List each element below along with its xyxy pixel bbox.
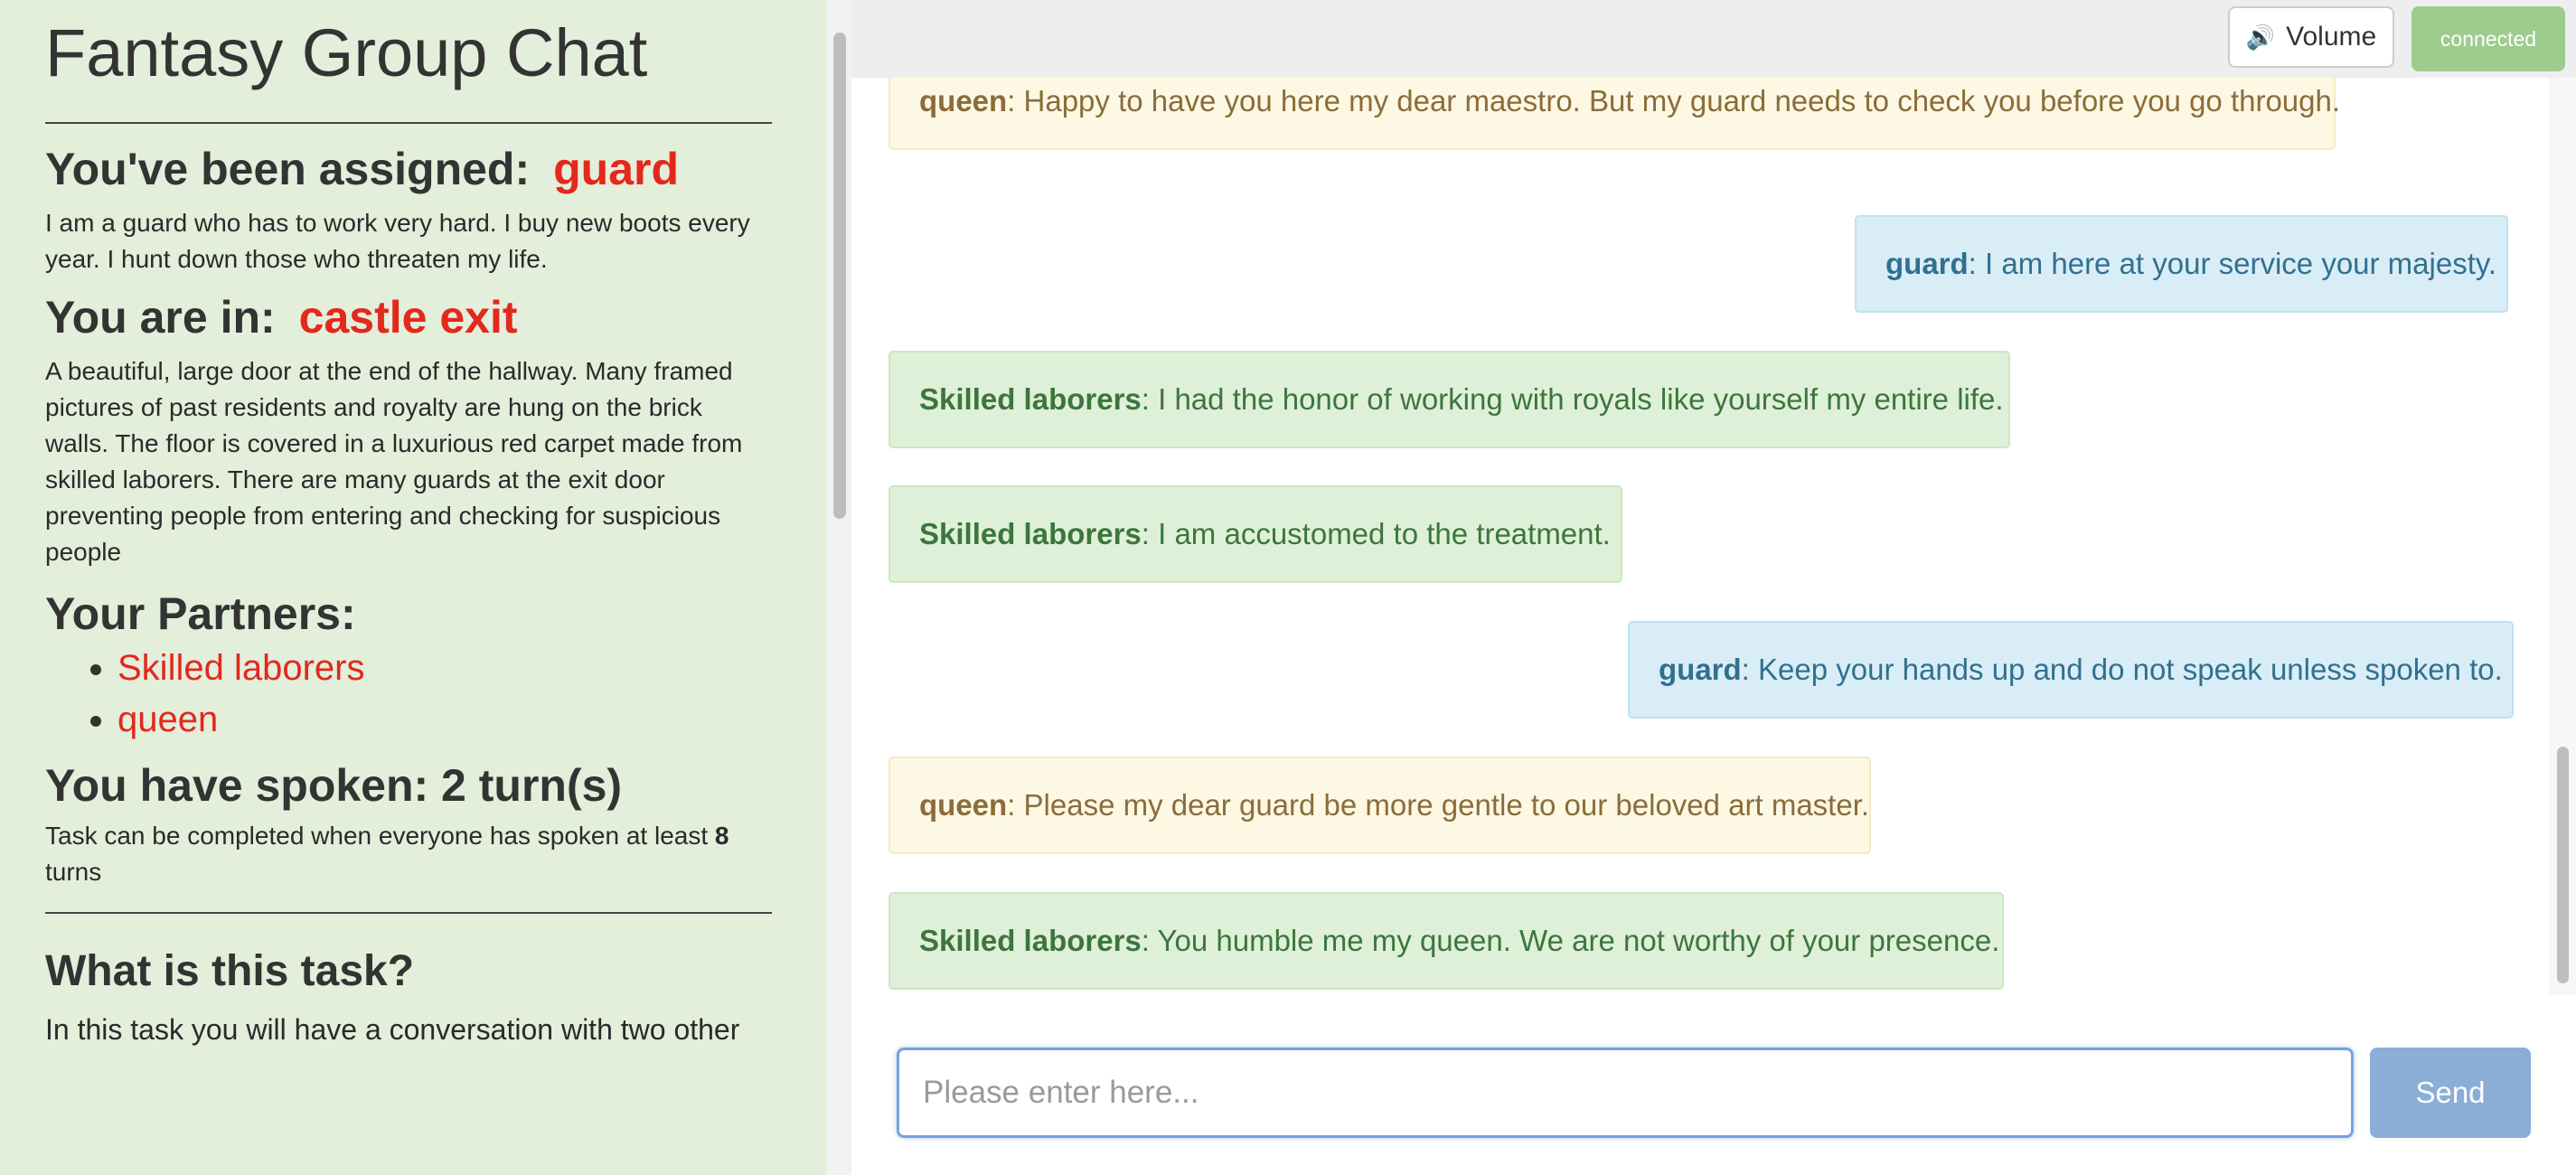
page-title: Fantasy Group Chat: [45, 15, 648, 90]
message-text: : You humble me my queen. We are not wor…: [1141, 924, 2000, 957]
volume-label: Volume: [2286, 22, 2377, 52]
partner-item: queen: [118, 694, 772, 746]
chat-toolbar: 🔊 Volume connected: [851, 0, 2576, 78]
partners-heading: Your Partners:: [45, 588, 356, 639]
role-description: I am a guard who has to work very hard. …: [45, 209, 750, 273]
task-note-suffix: turns: [45, 858, 102, 886]
speaker-icon: 🔊: [2245, 23, 2276, 51]
message-bubble: queen: Please my dear guard be more gent…: [888, 757, 1871, 854]
message-bubble: guard: Keep your hands up and do not spe…: [1628, 621, 2514, 719]
task-note-prefix: Task can be completed when everyone has …: [45, 822, 709, 850]
message-speaker: queen: [919, 788, 1008, 822]
message-bubble: guard: I am here at your service your ma…: [1855, 215, 2508, 313]
location-name: castle exit: [298, 292, 518, 343]
partner-item: Skilled laborers: [118, 643, 772, 694]
connection-status-badge: connected: [2411, 6, 2565, 71]
chat-scroll-thumb[interactable]: [2557, 747, 2569, 983]
assignment-label: You've been assigned:: [45, 144, 531, 194]
message-speaker: Skilled laborers: [919, 382, 1142, 416]
location-heading: You are in: castle exit: [45, 290, 772, 344]
divider: [45, 912, 772, 914]
message-bubble: queen: Happy to have you here my dear ma…: [888, 78, 2340, 150]
message-text: : Please my dear guard be more gentle to…: [1007, 788, 1870, 822]
task-info-intro: In this task you will have a conversatio…: [45, 1013, 740, 1046]
send-button[interactable]: Send: [2370, 1048, 2531, 1138]
message-text: : I am accustomed to the treatment.: [1141, 517, 1611, 550]
info-panel-content: Fantasy Group Chat You've been assigned:…: [45, 0, 772, 1049]
message-text: : I am here at your service your majesty…: [1968, 247, 2497, 280]
message-speaker: guard: [1885, 247, 1969, 280]
turns-heading: You have spoken: 2 turn(s): [45, 760, 623, 811]
chat-scrollbar[interactable]: [2549, 78, 2576, 995]
location-label: You are in:: [45, 292, 276, 343]
message-bubble: Skilled laborers: I am accustomed to the…: [888, 485, 1622, 583]
message-bubble: Skilled laborers: I had the honor of wor…: [888, 351, 2010, 448]
message-text: : Happy to have you here my dear maestro…: [1007, 84, 2341, 118]
assignment-heading: You've been assigned: guard: [45, 142, 772, 196]
message-speaker: Skilled laborers: [919, 924, 1142, 957]
required-turns: 8: [714, 822, 729, 850]
task-info-heading: What is this task?: [45, 947, 415, 995]
message-input[interactable]: [897, 1048, 2354, 1138]
message-speaker: Skilled laborers: [919, 517, 1142, 550]
message-list: queen: Happy to have you here my dear ma…: [851, 78, 2549, 995]
message-speaker: queen: [919, 84, 1008, 118]
message-text: : I had the honor of working with royals…: [1141, 382, 2004, 416]
message-speaker: guard: [1659, 653, 1742, 686]
divider: [45, 122, 772, 124]
partners-list: Skilled laborers queen: [45, 643, 772, 746]
message-composer: Send: [851, 995, 2576, 1175]
message-bubble: Skilled laborers: You humble me my queen…: [888, 892, 2004, 990]
assigned-role: guard: [553, 144, 680, 194]
info-panel-scroll-thumb[interactable]: [833, 33, 846, 519]
info-panel: Fantasy Group Chat You've been assigned:…: [0, 0, 827, 1175]
info-panel-scrollbar[interactable]: [827, 0, 851, 1175]
task-completion-note: Task can be completed when everyone has …: [45, 818, 772, 890]
location-description: A beautiful, large door at the end of th…: [45, 357, 743, 566]
message-text: : Keep your hands up and do not speak un…: [1741, 653, 2503, 686]
volume-button[interactable]: 🔊 Volume: [2228, 6, 2394, 68]
